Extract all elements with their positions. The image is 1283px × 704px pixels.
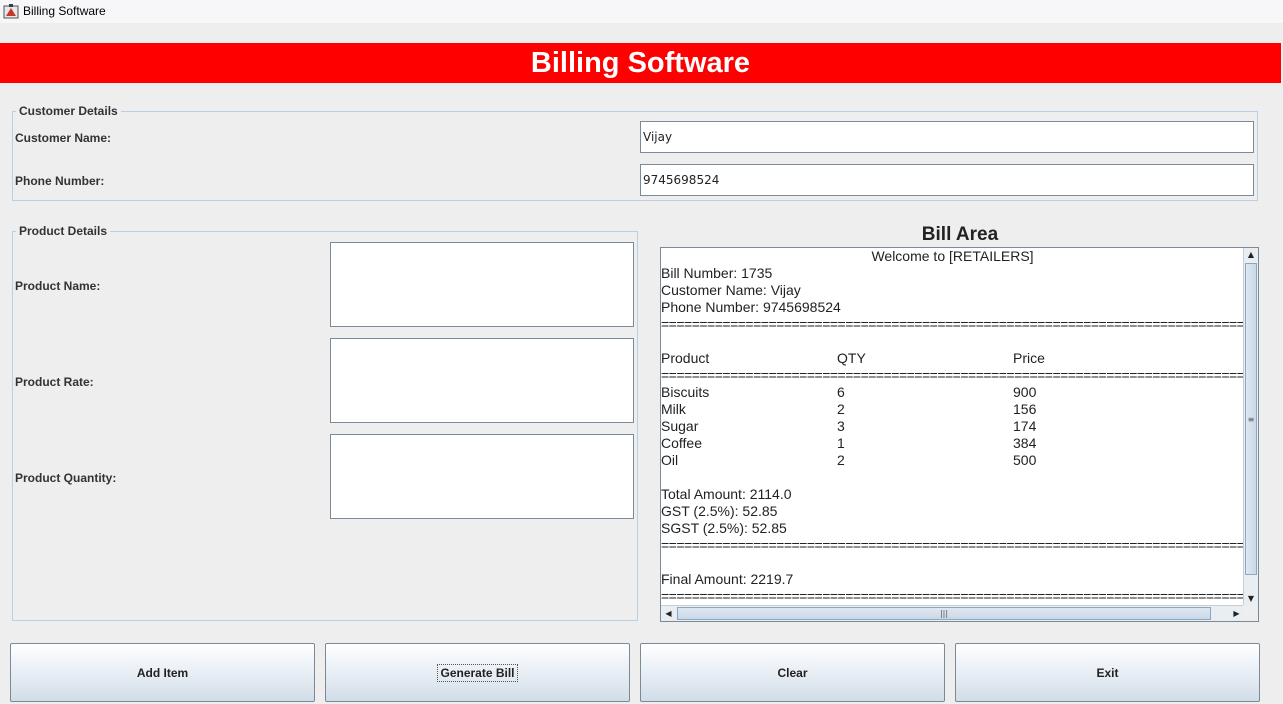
product-quantity-label: Product Quantity: <box>15 471 117 485</box>
bill-gst-line: GST (2.5%): 52.85 <box>661 503 778 519</box>
bill-header-price: Price <box>1013 350 1045 366</box>
app-header-title: Billing Software <box>0 43 1281 83</box>
bill-item-price: 500 <box>1013 452 1037 468</box>
bill-blank-line <box>661 333 1244 350</box>
java-app-icon <box>3 4 19 19</box>
scroll-down-arrow-icon[interactable]: ▼ <box>1244 592 1258 606</box>
bill-final-line: Final Amount: 2219.7 <box>661 571 794 587</box>
product-name-field[interactable] <box>330 242 634 327</box>
bill-item-qty: 3 <box>837 418 845 434</box>
bill-item-price: 900 <box>1013 384 1037 400</box>
scroll-right-arrow-icon[interactable]: ▶ <box>1229 606 1244 621</box>
bill-total-line: Total Amount: 2114.0 <box>661 486 792 502</box>
bill-item-price: 156 <box>1013 401 1037 417</box>
horizontal-scroll-thumb[interactable]: ||| <box>677 607 1211 620</box>
bill-header-qty: QTY <box>837 350 866 366</box>
clear-button[interactable]: Clear <box>640 643 945 702</box>
customer-name-label: Customer Name: <box>15 131 112 145</box>
bill-item-row: Oil 2 500 <box>661 452 1244 469</box>
bill-item-price: 174 <box>1013 418 1037 434</box>
bill-header-row: Product QTY Price <box>661 350 1244 367</box>
bill-header-product: Product <box>661 350 710 366</box>
product-rate-field[interactable] <box>330 338 634 423</box>
exit-label: Exit <box>1096 665 1119 680</box>
bill-welcome-line: Welcome to [RETAILERS] <box>871 248 1034 264</box>
bill-item-product: Sugar <box>661 418 699 434</box>
bill-blank-line <box>661 554 1244 571</box>
product-details-legend: Product Details <box>19 224 108 238</box>
window-title: Billing Software <box>23 4 106 18</box>
bill-item-product: Biscuits <box>661 384 710 400</box>
add-item-button[interactable]: Add Item <box>10 643 315 702</box>
window-titlebar: Billing Software <box>0 0 1283 23</box>
bill-item-price: 384 <box>1013 435 1037 451</box>
bill-separator: ========================================… <box>661 367 1244 383</box>
bill-item-qty: 1 <box>837 435 845 451</box>
bill-item-qty: 2 <box>837 401 845 417</box>
bill-item-product: Milk <box>661 401 686 417</box>
bill-item-row: Coffee 1 384 <box>661 435 1244 452</box>
bill-area[interactable]: Welcome to [RETAILERS] Bill Number: 1735… <box>660 247 1259 622</box>
bill-area-title: Bill Area <box>921 224 999 245</box>
scroll-up-arrow-icon[interactable]: ▲ <box>1244 248 1258 262</box>
bill-horizontal-scrollbar[interactable]: ◀ ||| ▶ <box>661 605 1244 621</box>
add-item-label: Add Item <box>136 665 189 680</box>
bill-customer-line: Customer Name: Vijay <box>661 282 801 298</box>
bill-sgst-line: SGST (2.5%): 52.85 <box>661 520 787 536</box>
bill-item-row: Milk 2 156 <box>661 401 1244 418</box>
scrollbar-corner <box>1243 605 1258 621</box>
bill-item-qty: 6 <box>837 384 845 400</box>
bill-separator: ========================================… <box>661 588 1244 604</box>
generate-bill-label: Generate Bill <box>437 663 518 682</box>
product-rate-label: Product Rate: <box>15 375 94 389</box>
customer-name-field[interactable]: Vijay <box>640 121 1254 153</box>
bill-item-row: Biscuits 6 900 <box>661 384 1244 401</box>
bill-number-line: Bill Number: 1735 <box>661 265 773 281</box>
bill-item-product: Coffee <box>661 435 702 451</box>
bill-separator: ========================================… <box>661 537 1244 553</box>
scroll-left-arrow-icon[interactable]: ◀ <box>661 606 676 621</box>
bill-phone-line: Phone Number: 9745698524 <box>661 299 841 315</box>
bill-vertical-scrollbar[interactable]: ▲ ≡ ▼ <box>1243 248 1258 606</box>
exit-button[interactable]: Exit <box>955 643 1260 702</box>
bill-item-qty: 2 <box>837 452 845 468</box>
vertical-scroll-thumb[interactable]: ≡ <box>1245 263 1257 575</box>
customer-details-legend: Customer Details <box>19 104 118 118</box>
bill-blank-line <box>661 469 1244 486</box>
clear-label: Clear <box>777 665 808 680</box>
phone-number-field[interactable]: 9745698524 <box>640 164 1254 196</box>
phone-number-label: Phone Number: <box>15 174 105 188</box>
product-quantity-field[interactable] <box>330 434 634 519</box>
product-name-label: Product Name: <box>15 279 101 293</box>
bill-item-row: Sugar 3 174 <box>661 418 1244 435</box>
generate-bill-button[interactable]: Generate Bill <box>325 643 630 702</box>
bill-text[interactable]: Welcome to [RETAILERS] Bill Number: 1735… <box>661 248 1244 606</box>
bill-item-product: Oil <box>661 452 679 468</box>
bill-separator: ========================================… <box>661 316 1244 332</box>
